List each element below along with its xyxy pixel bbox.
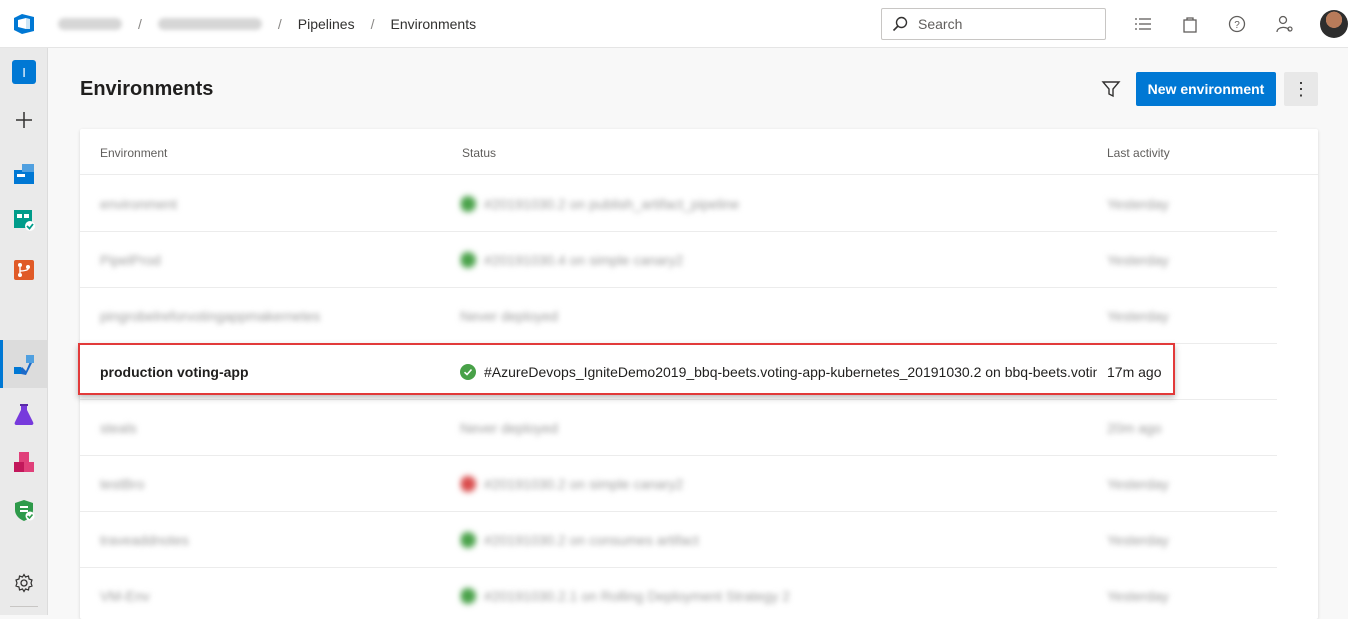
security-shield-icon[interactable] <box>12 498 36 522</box>
search-box[interactable] <box>881 8 1106 40</box>
column-header-last-activity[interactable]: Last activity <box>1107 146 1170 160</box>
breadcrumb-environments[interactable]: Environments <box>391 16 477 32</box>
table-row-production-voting-app[interactable]: production voting-app #AzureDevops_Ignit… <box>80 344 1318 400</box>
environment-name[interactable]: steals <box>100 400 440 456</box>
rail-divider <box>10 606 38 607</box>
breadcrumb-pipelines[interactable]: Pipelines <box>298 16 355 32</box>
last-activity: Yesterday <box>1107 252 1169 268</box>
status-text[interactable]: #20191030.2 on publish_artifact_pipeline <box>484 196 739 212</box>
org-initial-badge[interactable]: I <box>12 60 36 84</box>
breadcrumb: / / Pipelines / Environments <box>58 0 476 48</box>
breadcrumb-separator: / <box>370 16 375 32</box>
status-text[interactable]: #20191030.2.1 on Rolling Deployment Stra… <box>484 588 790 604</box>
table-row[interactable]: PipelProd #20191030.4 on simple canary2 … <box>80 232 1318 288</box>
success-status-icon <box>460 588 476 604</box>
column-header-status[interactable]: Status <box>462 146 496 160</box>
last-activity: Yesterday <box>1107 196 1169 212</box>
table-row[interactable]: traveaddnotes #20191030.2 on consumes ar… <box>80 512 1318 568</box>
table-row[interactable]: steals Never deployed 20m ago <box>80 400 1318 456</box>
environment-name[interactable]: VM-Env <box>100 568 440 619</box>
search-icon <box>892 16 908 32</box>
pipelines-icon[interactable] <box>12 353 36 377</box>
last-activity: Yesterday <box>1107 476 1169 492</box>
last-activity: 17m ago <box>1107 364 1162 380</box>
top-bar: / / Pipelines / Environments ? <box>0 0 1348 48</box>
status-text: Never deployed <box>460 308 559 324</box>
task-list-icon[interactable] <box>1133 14 1153 34</box>
table-row[interactable]: environment #20191030.2 on publish_artif… <box>80 176 1318 232</box>
last-activity: 20m ago <box>1107 420 1162 436</box>
breadcrumb-separator: / <box>277 16 282 32</box>
boards-icon[interactable] <box>12 208 36 232</box>
success-status-icon <box>460 252 476 268</box>
svg-text:?: ? <box>1234 20 1240 31</box>
page-title: Environments <box>80 78 214 100</box>
add-icon[interactable] <box>12 108 36 132</box>
status-text[interactable]: #AzureDevops_IgniteDemo2019_bbq-beets.vo… <box>484 364 1097 380</box>
more-actions-button[interactable]: ⋮ <box>1284 72 1318 106</box>
help-icon[interactable]: ? <box>1227 14 1247 34</box>
environment-name[interactable]: traveaddnotes <box>100 512 440 568</box>
new-environment-button[interactable]: New environment <box>1136 72 1276 106</box>
last-activity: Yesterday <box>1107 532 1169 548</box>
settings-gear-icon[interactable] <box>14 573 34 593</box>
environment-name[interactable]: environment <box>100 176 440 232</box>
last-activity: Yesterday <box>1107 588 1169 604</box>
breadcrumb-org[interactable] <box>58 18 122 30</box>
breadcrumb-separator: / <box>138 16 142 32</box>
marketplace-bag-icon[interactable] <box>1180 14 1200 34</box>
environment-name[interactable]: testBro <box>100 456 440 512</box>
success-status-icon <box>460 196 476 212</box>
user-settings-icon[interactable] <box>1275 14 1295 34</box>
column-header-environment[interactable]: Environment <box>100 146 167 160</box>
avatar[interactable] <box>1320 10 1348 38</box>
environment-name[interactable]: production voting-app <box>100 344 440 400</box>
status-text: Never deployed <box>460 420 559 436</box>
table-row[interactable]: VM-Env #20191030.2.1 on Rolling Deployme… <box>80 568 1318 619</box>
status-text[interactable]: #20191030.2 on consumes artifact <box>484 532 699 548</box>
header-divider <box>80 174 1318 175</box>
status-text[interactable]: #20191030.4 on simple canary2 <box>484 252 683 268</box>
overview-icon[interactable] <box>12 162 36 186</box>
status-text[interactable]: #20191030.2 on simple canary2 <box>484 476 683 492</box>
breadcrumb-project[interactable] <box>157 18 262 30</box>
environment-name[interactable]: pingrobelreforvotingappmakernetes <box>100 288 440 344</box>
azure-devops-logo-icon[interactable] <box>12 12 36 36</box>
environments-table: Environment Status Last activity environ… <box>80 129 1318 619</box>
artifacts-icon[interactable] <box>12 450 36 474</box>
success-status-icon <box>460 532 476 548</box>
left-navigation-rail: I <box>0 48 48 615</box>
table-row[interactable]: pingrobelreforvotingappmakernetes Never … <box>80 288 1318 344</box>
repos-icon[interactable] <box>12 258 36 282</box>
success-check-icon <box>460 364 476 380</box>
environment-name[interactable]: PipelProd <box>100 232 440 288</box>
filter-icon[interactable] <box>1100 78 1122 100</box>
test-plans-icon[interactable] <box>12 402 36 426</box>
search-input[interactable] <box>916 15 1090 33</box>
last-activity: Yesterday <box>1107 308 1169 324</box>
table-row[interactable]: testBro #20191030.2 on simple canary2 Ye… <box>80 456 1318 512</box>
failed-status-icon <box>460 476 476 492</box>
